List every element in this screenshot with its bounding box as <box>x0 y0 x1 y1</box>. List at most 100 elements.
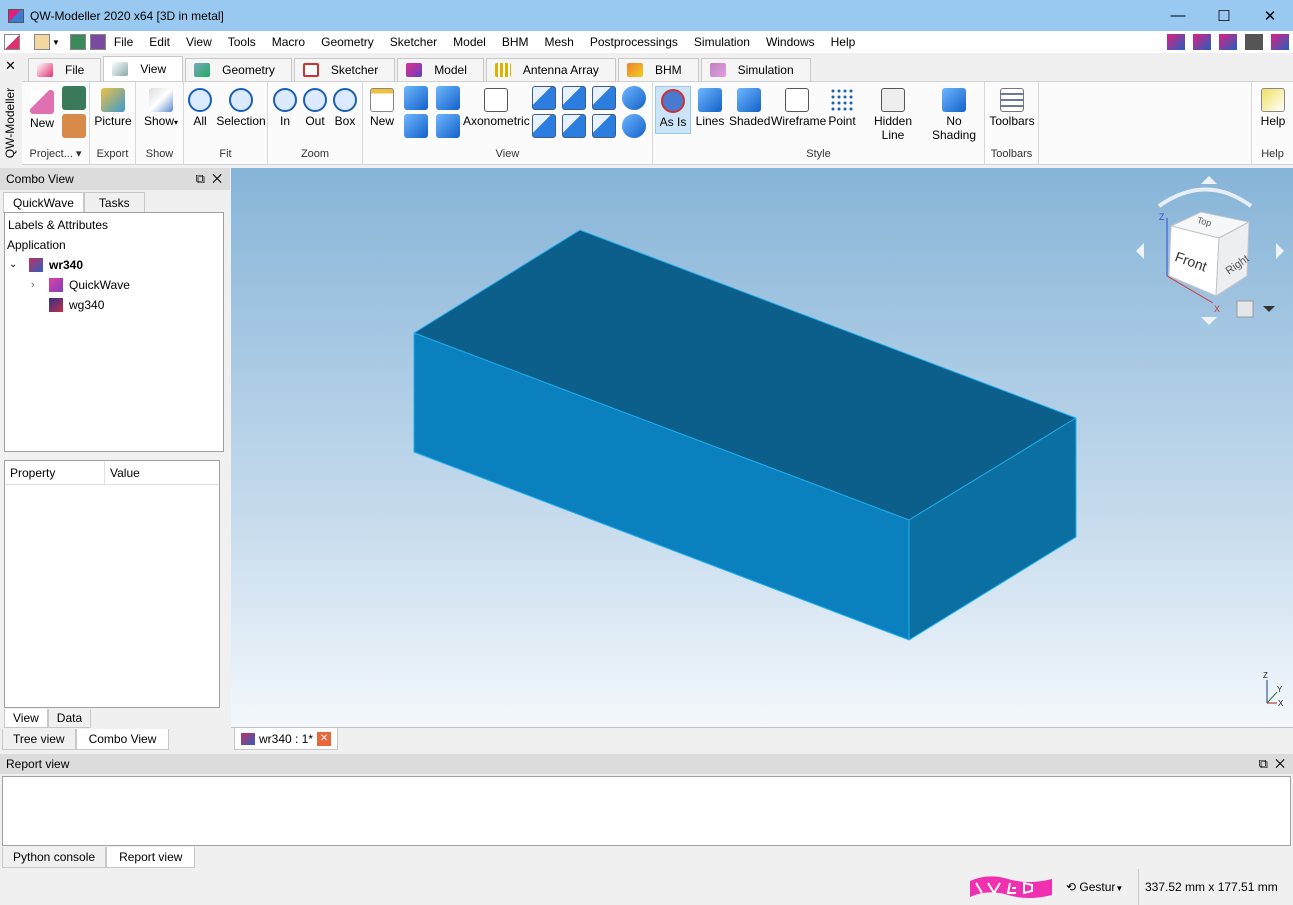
collapse-chevron-icon[interactable]: › <box>31 275 35 295</box>
tab-file[interactable]: File <box>28 58 102 81</box>
minimize-button[interactable]: — <box>1155 0 1201 31</box>
nav-arrow-up-icon[interactable] <box>1201 176 1217 184</box>
new-project-button[interactable]: New <box>28 90 56 130</box>
menu-file[interactable]: File <box>106 31 141 53</box>
quick-open-dropdown-icon[interactable]: ▼ <box>52 38 60 47</box>
float-panel-icon[interactable]: ⧉ <box>196 171 205 186</box>
navigation-style-selector[interactable]: ⟲ Gestur▼ <box>1066 880 1123 894</box>
quick-save-icon[interactable] <box>69 34 86 50</box>
rotate-cw-button[interactable] <box>621 86 647 112</box>
tab-tasks[interactable]: Tasks <box>83 192 145 213</box>
menu-view[interactable]: View <box>178 31 220 53</box>
menu-model[interactable]: Model <box>445 31 494 53</box>
tab-tree-view[interactable]: Tree view <box>2 729 76 750</box>
menu-postprocessings[interactable]: Postprocessings <box>582 31 686 53</box>
zoom-in-button[interactable]: In <box>272 88 298 128</box>
style-lines-button[interactable]: Lines <box>695 88 725 128</box>
expand-chevron-icon[interactable]: ⌄ <box>9 255 17 275</box>
tab-python-console[interactable]: Python console <box>2 847 107 868</box>
dimetric-view-button[interactable] <box>435 114 461 140</box>
scene-svg[interactable]: Top Front Right Z X Z Y X <box>231 168 1293 727</box>
isometric-view-button[interactable] <box>435 86 461 112</box>
cascade-view-button[interactable] <box>403 114 429 140</box>
tree-item-wg340[interactable]: wg340 <box>5 295 223 315</box>
menu-simulation[interactable]: Simulation <box>686 31 758 53</box>
tab-quickwave[interactable]: QuickWave <box>3 192 84 213</box>
tab-data-props[interactable]: Data <box>47 709 92 728</box>
qw-about-icon[interactable] <box>1271 34 1289 50</box>
menu-bhm[interactable]: BHM <box>494 31 537 53</box>
front-view-button[interactable] <box>531 86 557 112</box>
quick-save-as-icon[interactable] <box>89 34 106 50</box>
fit-selection-button[interactable]: Selection <box>216 88 266 128</box>
property-column-header[interactable]: Property <box>5 461 105 484</box>
show-button[interactable]: Show▾ <box>142 88 180 128</box>
nav-menu-dropdown-icon[interactable] <box>1263 306 1275 312</box>
nav-arrow-right-icon[interactable] <box>1276 243 1284 259</box>
quick-new-icon[interactable] <box>4 34 20 50</box>
tile-view-button[interactable] <box>403 86 429 112</box>
tab-bhm[interactable]: BHM <box>617 58 699 81</box>
axonometric-button[interactable]: Axonometric <box>463 88 530 128</box>
group-project-label[interactable]: Project... ▾ <box>22 147 89 160</box>
report-close-icon[interactable]: ✕ <box>1275 756 1285 771</box>
maximize-button[interactable]: ☐ <box>1201 0 1247 31</box>
menu-sketcher[interactable]: Sketcher <box>382 31 445 53</box>
menu-windows[interactable]: Windows <box>758 31 823 53</box>
tab-antenna-array[interactable]: Antenna Array <box>485 58 616 81</box>
rear-view-button[interactable] <box>531 114 557 140</box>
report-output-area[interactable] <box>2 776 1291 846</box>
tab-simulation[interactable]: Simulation <box>700 58 811 81</box>
menu-help[interactable]: Help <box>823 31 864 53</box>
nav-mini-cube-icon[interactable] <box>1236 300 1254 318</box>
fit-all-button[interactable]: All <box>188 88 212 128</box>
qw-simulator-icon[interactable] <box>1193 34 1211 50</box>
right-view-button[interactable] <box>591 86 617 112</box>
navigation-cube[interactable]: Top Front Right Z X <box>1136 176 1284 325</box>
report-float-icon[interactable]: ⧉ <box>1259 756 1268 771</box>
tab-report-view[interactable]: Report view <box>106 847 196 868</box>
qw-view-icon[interactable] <box>1219 34 1237 50</box>
3d-viewport[interactable]: Top Front Right Z X Z Y X <box>231 168 1293 727</box>
tab-geometry[interactable]: Geometry <box>185 58 292 81</box>
picture-button[interactable]: Picture <box>93 88 133 128</box>
style-point-button[interactable]: Point <box>827 88 857 128</box>
zoom-box-button[interactable]: Box <box>332 88 358 128</box>
menu-tools[interactable]: Tools <box>220 31 264 53</box>
top-view-button[interactable] <box>561 86 587 112</box>
style-no-shading-button[interactable]: No Shading <box>925 88 983 142</box>
open-project-button[interactable] <box>62 114 86 140</box>
close-panel-icon[interactable]: ✕ <box>212 171 222 186</box>
menu-mesh[interactable]: Mesh <box>537 31 582 53</box>
new-view-button[interactable]: New <box>367 88 397 128</box>
tree-item-quickwave[interactable]: › QuickWave <box>5 275 223 295</box>
document-tab-close-icon[interactable]: ✕ <box>317 731 332 746</box>
menu-macro[interactable]: Macro <box>264 31 313 53</box>
menu-geometry[interactable]: Geometry <box>313 31 382 53</box>
tab-model[interactable]: Model <box>397 58 484 81</box>
style-shaded-button[interactable]: Shaded <box>729 88 770 128</box>
nav-arrow-left-icon[interactable] <box>1136 243 1144 259</box>
bottom-view-button[interactable] <box>561 114 587 140</box>
style-wireframe-button[interactable]: Wireframe <box>771 88 826 128</box>
side-strip-close-icon[interactable]: ✕ <box>5 58 16 74</box>
nav-arc-icon[interactable] <box>1157 187 1253 208</box>
style-as-is-button[interactable]: As Is <box>655 86 691 134</box>
toolbars-button[interactable]: Toolbars <box>988 88 1036 128</box>
menu-edit[interactable]: Edit <box>141 31 178 53</box>
tree-item-wr340[interactable]: ⌄ wr340 <box>5 255 223 275</box>
nav-arrow-down-icon[interactable] <box>1201 317 1217 325</box>
tab-view-props[interactable]: View <box>4 709 48 728</box>
tab-sketcher[interactable]: Sketcher <box>293 58 396 81</box>
zoom-out-button[interactable]: Out <box>302 88 328 128</box>
tab-view[interactable]: View <box>103 56 184 81</box>
style-hidden-line-button[interactable]: Hidden Line <box>863 88 923 142</box>
save-project-button[interactable] <box>62 86 86 112</box>
value-column-header[interactable]: Value <box>105 461 140 484</box>
quick-open-icon[interactable] <box>34 34 50 50</box>
help-button[interactable]: Help <box>1255 88 1291 128</box>
tab-combo-view[interactable]: Combo View <box>75 729 170 750</box>
rotate-ccw-button[interactable] <box>621 114 647 140</box>
close-button[interactable]: ✕ <box>1247 0 1293 31</box>
document-tab-wr340[interactable]: wr340 : 1* ✕ <box>234 728 339 750</box>
